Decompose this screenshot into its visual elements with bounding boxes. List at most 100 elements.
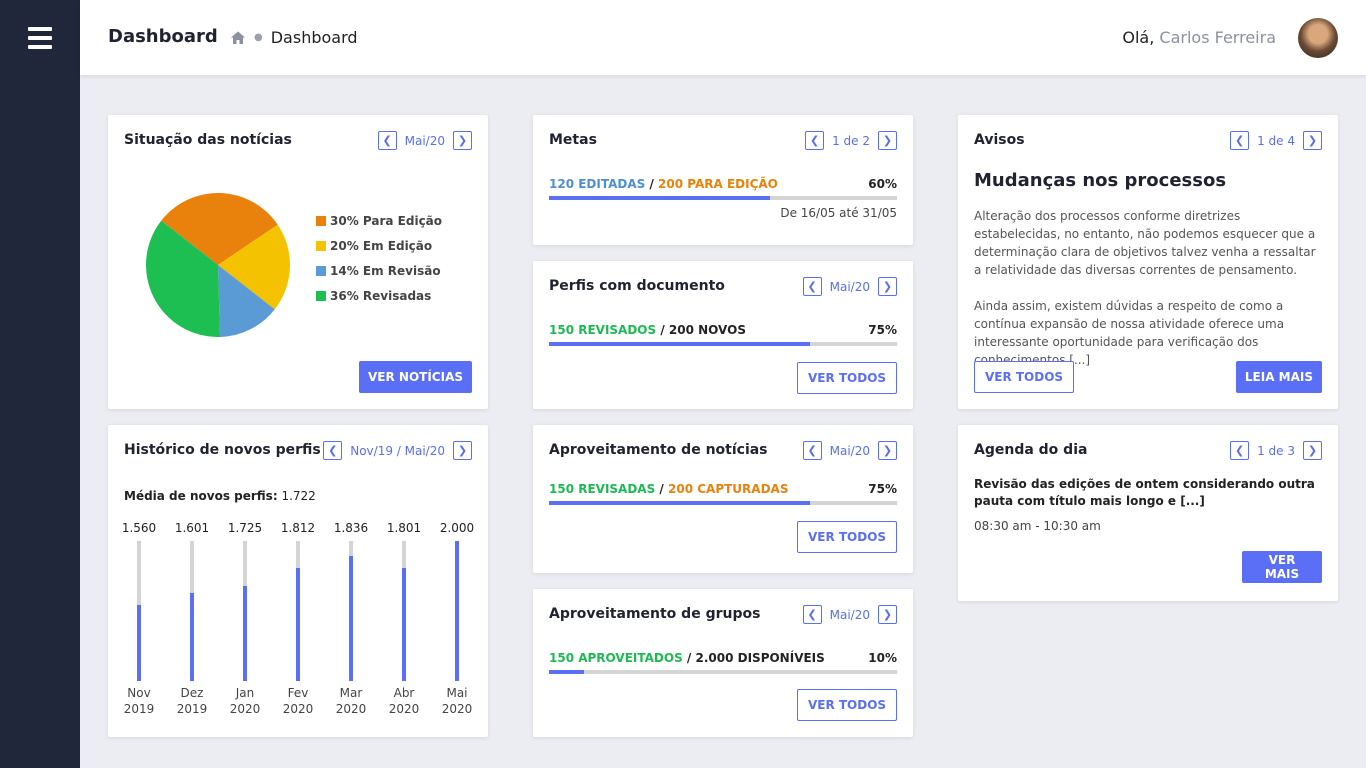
avatar[interactable] [1298,18,1338,58]
progress-separator: / [645,177,659,191]
pager-label: Mai/20 [829,443,870,458]
chevron-right-icon[interactable]: ❯ [453,131,472,150]
bar [243,585,247,681]
card-title: Situação das notícias [124,132,292,148]
progress-done: 120 EDITADAS [549,177,646,191]
notice-heading: Mudanças nos processos [974,170,1227,191]
bar-year-label: 2019 [123,702,155,716]
progress-track [549,501,897,505]
home-icon[interactable] [230,30,246,46]
progress-separator: / [682,651,696,665]
card-title: Metas [549,132,597,148]
bar-month-label: Dez [180,686,204,700]
view-all-button[interactable]: VER TODOS [797,362,897,394]
bar-month-label: Fev [287,686,309,700]
progress-percent: 10% [868,651,897,665]
view-news-button[interactable]: VER NOTÍCIAS [359,361,472,393]
date-range: De 16/05 até 31/05 [780,206,897,220]
greeting-text: Olá, [1122,28,1155,47]
breadcrumb-separator: ● [254,32,263,43]
bar-track [296,541,300,681]
chevron-left-icon[interactable]: ❮ [805,131,825,150]
bar-category-label: Nov 2019 [119,685,159,717]
agenda-event-time: 08:30 am - 10:30 am [974,519,1101,533]
hamburger-icon[interactable] [28,27,52,49]
view-all-button[interactable]: VER TODOS [797,521,897,553]
bar-category-label: Dez 2019 [172,685,212,717]
bar-year-label: 2019 [176,702,208,716]
average-value: 1.722 [281,489,316,503]
bar [402,567,406,681]
bar-month-label: Mar [339,686,363,700]
progress-track [549,196,897,200]
chevron-left-icon[interactable]: ❮ [802,605,822,624]
legend-item: 20% Em Edição [316,238,442,253]
chevron-left-icon[interactable]: ❮ [1230,441,1250,460]
progress-track [549,342,897,346]
news-status-card: Situação das notícias ❮ Mai/20 ❯ 30% Par… [108,115,488,409]
agenda-event-title[interactable]: Revisão das edições de ontem considerand… [974,476,1322,510]
progress-separator: / [655,482,668,496]
user-greeting: Olá, Carlos Ferreira [1122,28,1276,47]
progress-label: 150 REVISADOS / 200 NOVOS [549,323,746,337]
bar-column: 1.801 Abr 2020 [384,521,424,717]
agenda-card: Agenda do dia ❮ 1 de 3 ❯ Revisão das edi… [958,425,1338,601]
pager-label: 1 de 2 [832,133,870,148]
chevron-left-icon[interactable]: ❮ [802,277,822,296]
news-status-pie-chart [146,193,290,337]
sidebar [0,0,80,768]
legend-item: 36% Revisadas [316,288,442,303]
pager-label: Mai/20 [829,279,870,294]
bar-track [455,541,459,681]
notice-body: Alteração dos processos conforme diretri… [974,207,1322,387]
legend-item: 14% Em Revisão [316,263,442,278]
progress-done: 150 APROVEITADOS [549,651,683,665]
breadcrumb: ● Dashboard [230,28,358,47]
legend-swatch [316,240,326,251]
chevron-right-icon[interactable]: ❯ [878,131,897,150]
bar-year-label: 2020 [335,702,367,716]
progress-percent: 75% [868,323,897,337]
bar-value-label: 1.801 [386,521,422,535]
read-more-button[interactable]: LEIA MAIS [1235,361,1322,393]
bar-month-label: Nov [127,686,151,700]
progress-done: 150 REVISADOS [549,323,657,337]
progress-total: 200 NOVOS [668,323,746,337]
card-title: Avisos [974,132,1025,148]
pager: ❮ 1 de 3 ❯ [1230,441,1322,460]
top-bar: Dashboard ● Dashboard Olá, Carlos Ferrei… [80,0,1366,75]
view-all-button[interactable]: VER TODOS [974,361,1074,393]
bar-year-label: 2020 [388,702,420,716]
chevron-right-icon[interactable]: ❯ [453,441,472,460]
legend-swatch [316,290,326,301]
news-usage-card: Aproveitamento de notícias ❮ Mai/20 ❯ 15… [533,425,913,573]
pager: ❮ Mai/20 ❯ [802,605,897,624]
goals-card: Metas ❮ 1 de 2 ❯ 120 EDITADAS / 200 PARA… [533,115,913,245]
chevron-right-icon[interactable]: ❯ [878,277,897,296]
chevron-right-icon[interactable]: ❯ [1303,131,1322,150]
average-profiles: Média de novos perfis: 1.722 [124,489,316,503]
pager-label: 1 de 3 [1257,443,1295,458]
pager: ❮ Mai/20 ❯ [377,131,472,150]
chevron-left-icon[interactable]: ❮ [323,441,343,460]
bar-column: 1.560 Nov 2019 [119,521,159,717]
view-all-button[interactable]: VER TODOS [797,689,897,721]
chevron-right-icon[interactable]: ❯ [878,605,897,624]
chevron-right-icon[interactable]: ❯ [1303,441,1322,460]
progress-total: 2.000 DISPONÍVEIS [695,651,825,665]
chevron-left-icon[interactable]: ❮ [377,131,397,150]
progress-percent: 75% [868,482,897,496]
chevron-right-icon[interactable]: ❯ [878,441,897,460]
bar [296,567,300,681]
legend-label: 14% Em Revisão [330,263,441,278]
bar-column: 1.601 Dez 2019 [172,521,212,717]
view-more-button[interactable]: VER MAIS [1242,551,1322,583]
bar-category-label: Fev 2020 [278,685,318,717]
chevron-left-icon[interactable]: ❮ [1230,131,1250,150]
bar-column: 1.725 Jan 2020 [225,521,265,717]
notice-paragraph: Ainda assim, existem dúvidas a respeito … [974,299,1285,367]
user-name[interactable]: Carlos Ferreira [1159,28,1276,47]
bar-value-label: 2.000 [439,521,475,535]
bar-month-label: Mai [446,686,468,700]
chevron-left-icon[interactable]: ❮ [802,441,822,460]
